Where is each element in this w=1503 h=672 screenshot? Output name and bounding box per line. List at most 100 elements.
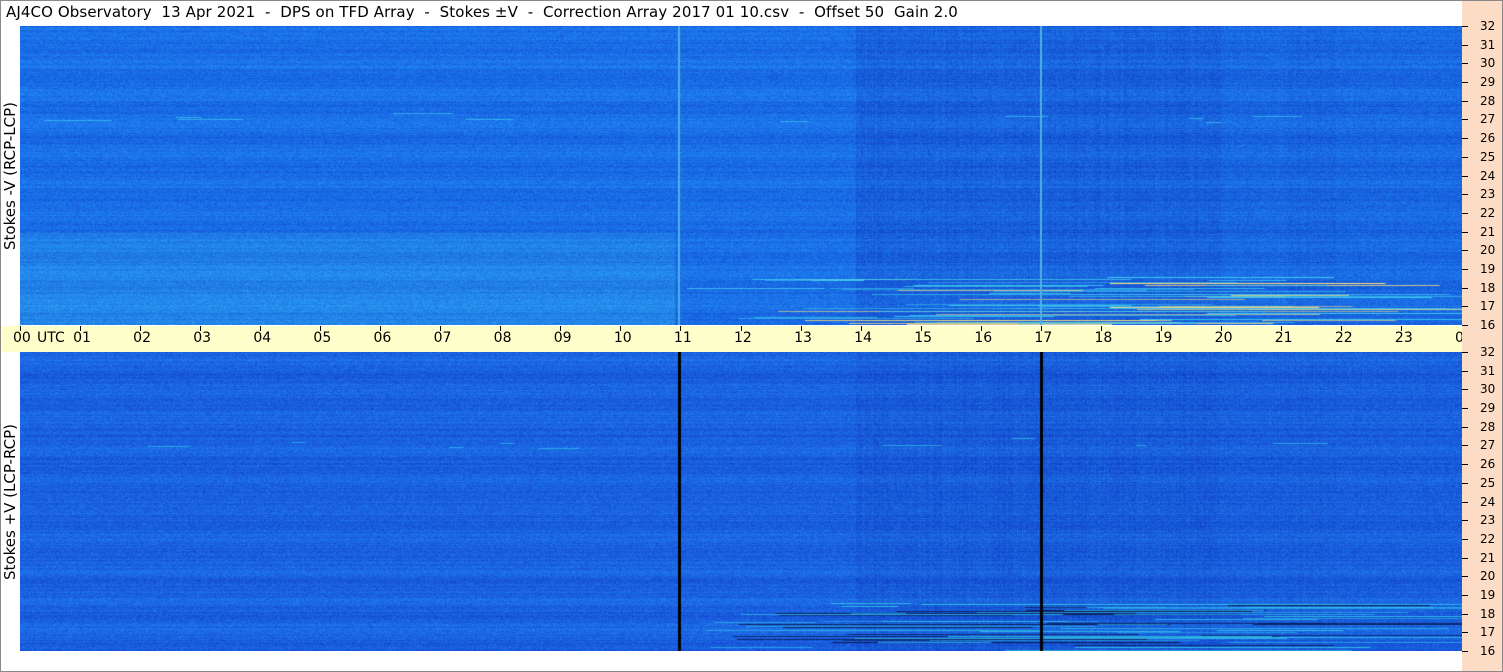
freq-tick-label: 29 — [1480, 401, 1496, 415]
utc-tick-label: 09 — [553, 330, 572, 346]
freq-tick-label: 32 — [1480, 19, 1496, 33]
freq-tick — [1462, 427, 1468, 428]
freq-tick — [1462, 483, 1468, 484]
utc-tick-label: 13 — [794, 330, 812, 346]
utc-tick-label: 04 — [253, 330, 272, 346]
freq-tick-label: 27 — [1480, 112, 1496, 126]
utc-tick-label: 21 — [1274, 330, 1293, 346]
freq-tick — [1462, 101, 1468, 102]
freq-tick — [1462, 558, 1468, 559]
utc-tick-label: 12 — [734, 330, 752, 346]
freq-tick — [1462, 632, 1468, 633]
freq-tick-label: 24 — [1480, 169, 1496, 183]
freq-tick — [1462, 250, 1468, 251]
freq-tick-label: 17 — [1480, 625, 1496, 639]
utc-tick-label: 06 — [373, 330, 392, 346]
utc-tick-label: 01 — [73, 330, 91, 346]
utc-tick-label: 19 — [1154, 330, 1173, 346]
utc-tick-label: 17 — [1034, 330, 1053, 346]
bottom-panel-ylabel-text: Stokes +V (LCP-RCP) — [1, 424, 19, 580]
freq-tick — [1462, 119, 1468, 120]
freq-tick — [1462, 82, 1468, 83]
utc-tick-label: 22 — [1334, 330, 1353, 346]
freq-tick-label: 25 — [1480, 150, 1496, 164]
freq-tick-label: 22 — [1480, 206, 1496, 220]
freq-tick-label: 27 — [1480, 438, 1496, 452]
freq-tick — [1462, 389, 1468, 390]
freq-tick — [1462, 26, 1468, 27]
freq-tick — [1462, 445, 1468, 446]
freq-tick — [1462, 306, 1468, 307]
freq-tick-label: 21 — [1480, 225, 1496, 239]
freq-tick — [1462, 408, 1468, 409]
freq-tick — [1462, 176, 1468, 177]
freq-tick-label: 18 — [1480, 607, 1496, 621]
freq-tick-label: 23 — [1480, 187, 1496, 201]
utc-tick-label: 03 — [193, 330, 212, 346]
top-panel-ylabel: Stokes -V (RCP-LCP) — [0, 26, 20, 326]
freq-tick-label: 26 — [1480, 457, 1496, 471]
utc-tick-label: 23 — [1394, 330, 1413, 346]
freq-tick-label: 26 — [1480, 131, 1496, 145]
freq-tick-label: 23 — [1480, 513, 1496, 527]
freq-tick-label: 18 — [1480, 281, 1496, 295]
freq-tick-label: 31 — [1480, 38, 1496, 52]
freq-tick — [1462, 352, 1468, 353]
freq-tick-label: 32 — [1480, 345, 1496, 359]
freq-tick — [1462, 138, 1468, 139]
frequency-axis: 32 31 30 29 28 27 26 25 24 23 22 21 20 19 18 17 16 32 31 30… — [1462, 0, 1503, 672]
freq-tick-label: 30 — [1480, 56, 1496, 70]
freq-tick — [1462, 595, 1468, 596]
freq-tick — [1462, 539, 1468, 540]
freq-tick-label: 28 — [1480, 94, 1496, 108]
utc-tick-label: 07 — [433, 330, 452, 346]
utc-tick-label: 20 — [1214, 330, 1233, 346]
freq-tick — [1462, 614, 1468, 615]
utc-tick-label: 08 — [493, 330, 512, 346]
utc-tick-label: 14 — [854, 330, 872, 346]
freq-tick-label: 19 — [1480, 588, 1496, 602]
freq-tick — [1462, 325, 1468, 326]
utc-tick-label: 05 — [313, 330, 332, 346]
freq-tick-label: 16 — [1480, 644, 1496, 658]
utc-unit-label: UTC — [37, 330, 65, 346]
freq-tick — [1462, 520, 1468, 521]
freq-tick — [1462, 45, 1468, 46]
utc-time-axis: 00 01 02 03 04 05 06 07 08 09 10 11 12 13 14 15 16 17 18 19… — [0, 326, 1503, 352]
utc-tick-label: 18 — [1094, 330, 1113, 346]
freq-tick — [1462, 269, 1468, 270]
freq-tick-label: 29 — [1480, 75, 1496, 89]
stokes-plus-v-spectrogram — [20, 352, 1462, 651]
freq-tick-label: 24 — [1480, 495, 1496, 509]
stokes-minus-v-spectrogram — [20, 26, 1462, 325]
utc-tick-label: 15 — [914, 330, 933, 346]
freq-tick-label: 22 — [1480, 532, 1496, 546]
freq-tick-label: 16 — [1480, 318, 1496, 332]
utc-tick-label: 00 — [13, 330, 31, 346]
freq-tick — [1462, 213, 1468, 214]
utc-tick-label: 11 — [673, 330, 692, 346]
utc-tick-label: 16 — [974, 330, 993, 346]
freq-tick — [1462, 464, 1468, 465]
freq-tick — [1462, 651, 1468, 652]
freq-tick-label: 17 — [1480, 299, 1496, 313]
freq-tick — [1462, 157, 1468, 158]
freq-tick — [1462, 288, 1468, 289]
freq-tick-label: 20 — [1480, 569, 1496, 583]
top-panel-ylabel-text: Stokes -V (RCP-LCP) — [1, 102, 19, 250]
freq-tick — [1462, 502, 1468, 503]
freq-tick — [1462, 232, 1468, 233]
freq-tick — [1462, 63, 1468, 64]
freq-tick-label: 28 — [1480, 420, 1496, 434]
freq-tick-label: 20 — [1480, 243, 1496, 257]
freq-tick — [1462, 371, 1468, 372]
freq-tick-label: 19 — [1480, 262, 1496, 276]
freq-tick-label: 21 — [1480, 551, 1496, 565]
freq-tick-label: 31 — [1480, 364, 1496, 378]
chart-title: AJ4CO Observatory 13 Apr 2021 - DPS on T… — [6, 3, 958, 21]
freq-tick — [1462, 194, 1468, 195]
freq-tick — [1462, 576, 1468, 577]
utc-tick-label: 02 — [133, 330, 151, 346]
freq-tick-label: 30 — [1480, 382, 1496, 396]
bottom-panel-ylabel: Stokes +V (LCP-RCP) — [0, 352, 20, 652]
